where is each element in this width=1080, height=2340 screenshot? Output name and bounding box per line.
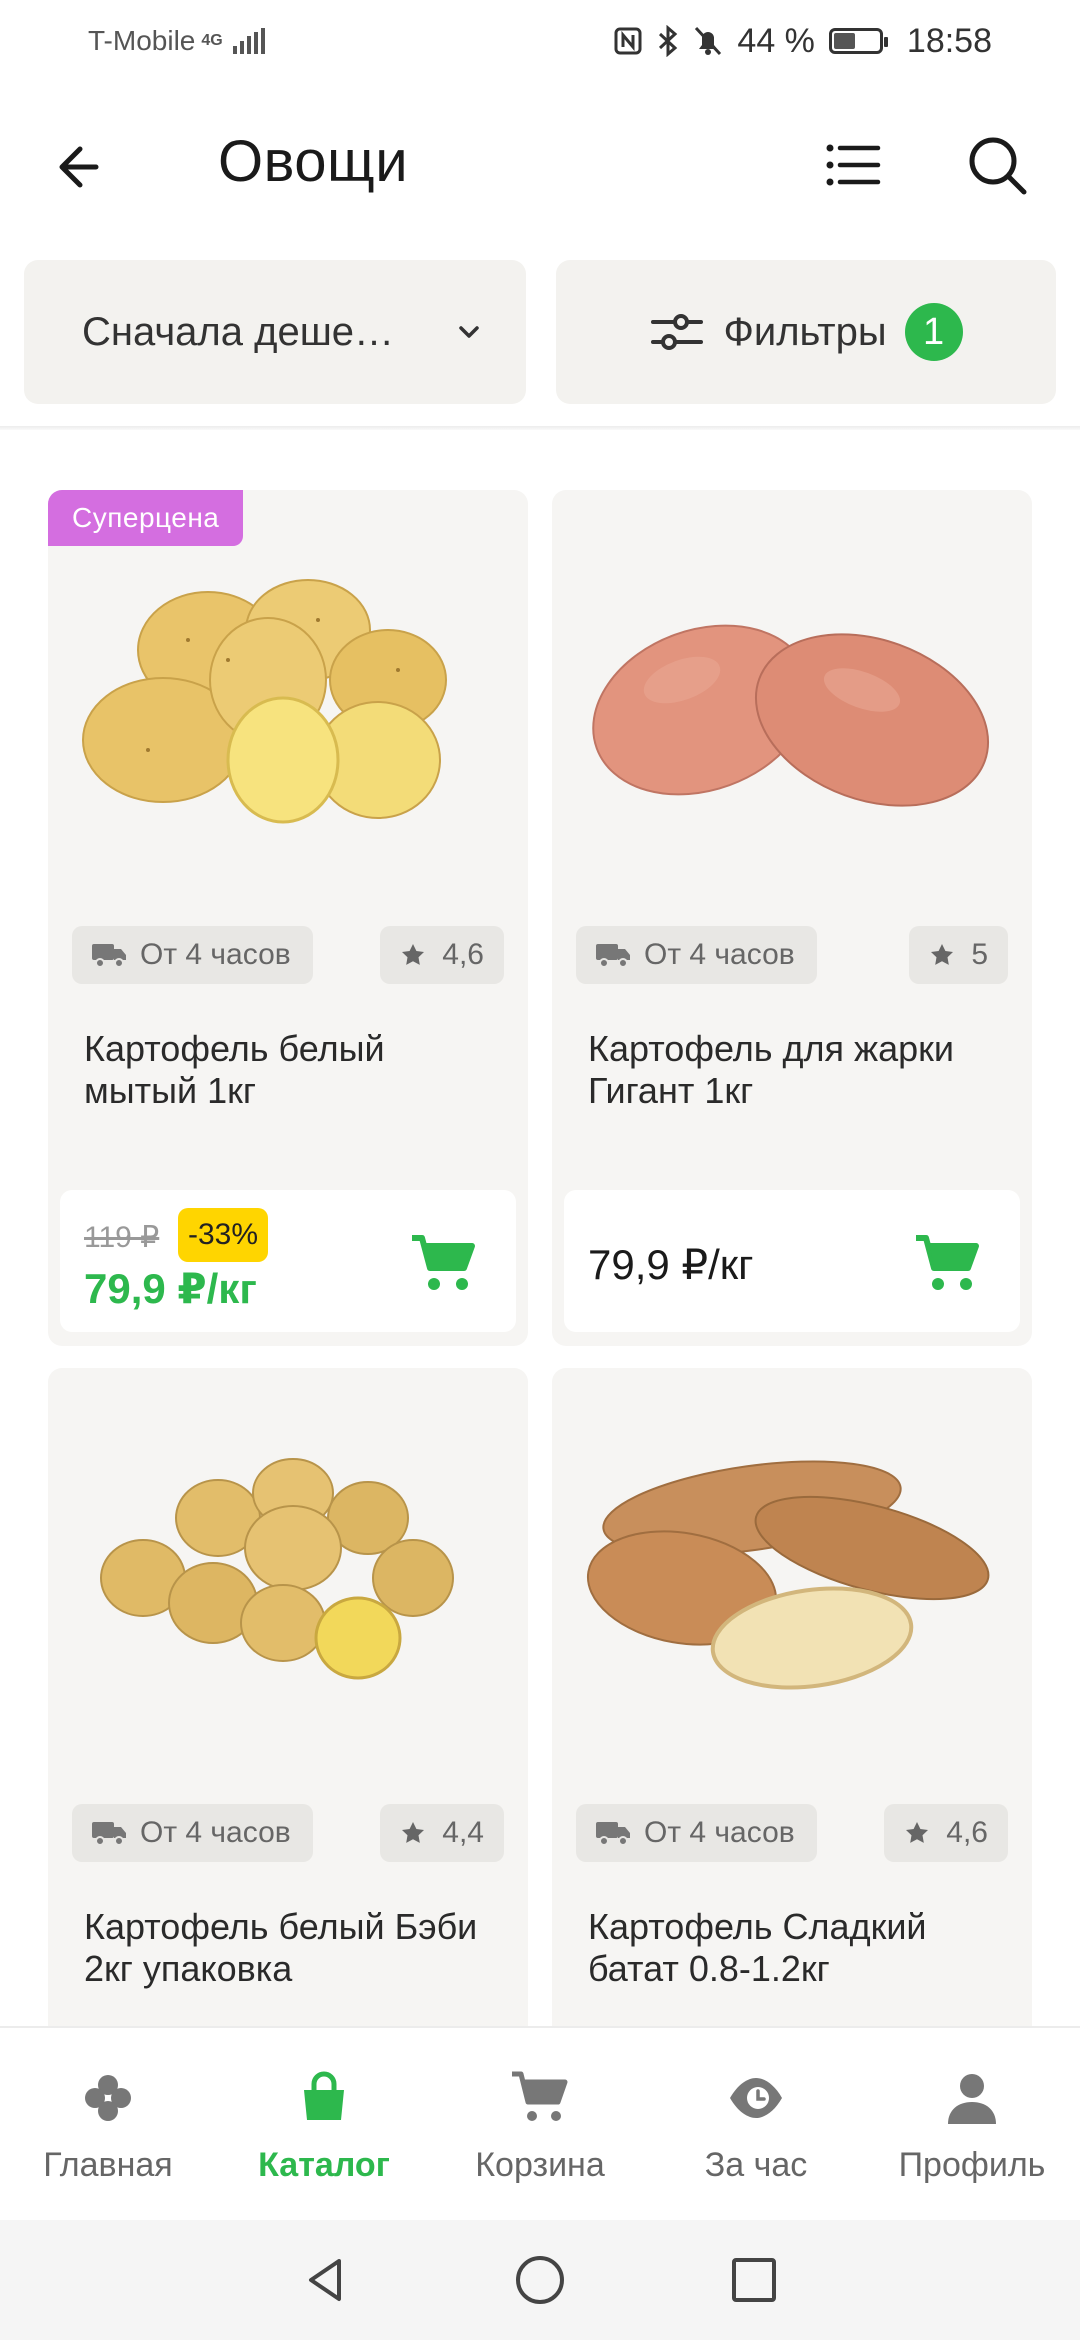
sale-price: 79,9 ₽/кг: [84, 1265, 257, 1312]
battery-fill: [833, 33, 856, 49]
bottom-navigation: Главная Каталог Корзина За час Профиль: [0, 2026, 1080, 2220]
list-icon[interactable]: [820, 132, 886, 198]
rating-badge: 5: [909, 926, 1008, 984]
product-image-white-potato: [82, 579, 447, 824]
nfc-icon: [614, 27, 642, 55]
product-name[interactable]: Картофель для жарки Гигант 1кг: [588, 1028, 1008, 1112]
product-image-sweet-potato: [586, 1460, 990, 1690]
nav-label: Каталог: [258, 2146, 390, 2184]
rating-badge: 4,6: [884, 1804, 1008, 1862]
star-icon: [402, 944, 425, 965]
product-grid: Суперцена От 4 часов 4,6 Картофель белый…: [48, 490, 1032, 2026]
delivery-badge: От 4 часов: [576, 926, 817, 984]
arrow-left-icon[interactable]: [52, 134, 118, 200]
truck-icon: [92, 944, 126, 968]
back-triangle-icon[interactable]: [299, 2253, 353, 2307]
rating-value: 4,4: [442, 1816, 484, 1849]
price-box: 79,9 ₽/кг: [564, 1190, 1020, 1332]
clock: 18:58: [906, 21, 992, 60]
status-right: 44 % 18:58: [613, 22, 992, 61]
delivery-badge: От 4 часов: [72, 926, 313, 984]
product-image-baby-potato: [100, 1458, 454, 1680]
delivery-time: От 4 часов: [644, 938, 795, 971]
add-to-cart-icon[interactable]: [410, 1234, 476, 1294]
carrier-name: T-Mobile: [88, 25, 196, 56]
home-circle-icon[interactable]: [513, 2253, 567, 2307]
nav-label: Профиль: [898, 2146, 1046, 2184]
clock-eye-icon: [730, 2078, 782, 2118]
bluetooth-icon: [659, 25, 678, 57]
truck-icon: [596, 944, 630, 968]
sort-filter-bar: Сначала деше… Фильтры 1: [24, 260, 1056, 404]
chevron-down-icon: [459, 326, 479, 338]
sort-dropdown[interactable]: Сначала деше…: [24, 260, 526, 404]
network-type: 4G: [201, 32, 223, 49]
rating-value: 5: [971, 938, 988, 971]
delivery-time: От 4 часов: [140, 938, 291, 971]
truck-icon: [92, 1822, 126, 1846]
battery-percent: 44 %: [737, 21, 815, 60]
signal-icon: [232, 28, 265, 54]
search-icon[interactable]: [962, 130, 1032, 200]
rating-value: 4,6: [946, 1816, 988, 1849]
nav-item-cart[interactable]: Корзина: [432, 2028, 648, 2220]
filter-button[interactable]: Фильтры 1: [556, 260, 1056, 404]
cart-icon: [512, 2071, 568, 2121]
nav-item-catalog[interactable]: Каталог: [216, 2028, 432, 2220]
rating-badge: 4,4: [380, 1804, 504, 1862]
sort-label: Сначала деше…: [82, 309, 395, 354]
status-bar: T-Mobile 4G 44 % 18:58: [0, 0, 1080, 82]
home-icon: [85, 2075, 131, 2121]
profile-icon: [948, 2074, 996, 2124]
filter-label: Фильтры: [723, 309, 887, 354]
promo-badge: Суперцена: [48, 490, 244, 546]
delivery-badge: От 4 часов: [72, 1804, 313, 1862]
star-icon: [402, 1822, 425, 1843]
price-box: 119 ₽ -33% 79,9 ₽/кг: [60, 1190, 516, 1332]
filter-count-badge: 1: [904, 303, 963, 361]
old-price: 119 ₽: [84, 1221, 160, 1254]
product-card[interactable]: От 4 часов 4,6 Картофель Сладкий батат 0…: [552, 1368, 1032, 2026]
product-card[interactable]: От 4 часов 4,4 Картофель белый Бэби 2кг …: [48, 1368, 528, 2026]
mute-bell-icon: [695, 26, 722, 56]
bag-icon: [304, 2071, 344, 2120]
rating-value: 4,6: [442, 938, 484, 971]
nav-label: Главная: [43, 2146, 173, 2184]
product-image-red-potato: [592, 624, 990, 807]
nav-item-express[interactable]: За час: [648, 2028, 864, 2220]
nav-label: Корзина: [475, 2146, 605, 2184]
nav-label: За час: [704, 2146, 808, 2184]
delivery-time: От 4 часов: [140, 1816, 291, 1849]
delivery-time: От 4 часов: [644, 1816, 795, 1849]
star-icon: [906, 1822, 929, 1843]
product-name[interactable]: Картофель белый Бэби 2кг упаковка: [84, 1906, 504, 1990]
product-name[interactable]: Картофель белый мытый 1кг: [84, 1028, 504, 1112]
page-title: Овощи: [218, 129, 409, 194]
truck-icon: [596, 1822, 630, 1846]
nav-item-profile[interactable]: Профиль: [864, 2028, 1080, 2220]
product-card[interactable]: От 4 часов 5 Картофель для жарки Гигант …: [552, 490, 1032, 1346]
system-navigation-bar: [0, 2220, 1080, 2340]
header-divider: [0, 426, 1080, 430]
rating-badge: 4,6: [380, 926, 504, 984]
recents-square-icon[interactable]: [727, 2253, 781, 2307]
delivery-badge: От 4 часов: [576, 1804, 817, 1862]
star-icon: [931, 944, 954, 965]
app-header: Овощи: [0, 82, 1080, 252]
price: 79,9 ₽/кг: [588, 1241, 754, 1288]
discount-badge: -33%: [178, 1208, 269, 1262]
battery-icon: [828, 28, 888, 54]
product-card[interactable]: Суперцена От 4 часов 4,6 Картофель белый…: [48, 490, 528, 1346]
product-name[interactable]: Картофель Сладкий батат 0.8-1.2кг: [588, 1906, 1008, 1990]
nav-item-home[interactable]: Главная: [0, 2028, 216, 2220]
add-to-cart-icon[interactable]: [914, 1234, 980, 1294]
filter-sliders-icon: [651, 314, 704, 350]
status-left: T-Mobile 4G: [88, 25, 265, 57]
